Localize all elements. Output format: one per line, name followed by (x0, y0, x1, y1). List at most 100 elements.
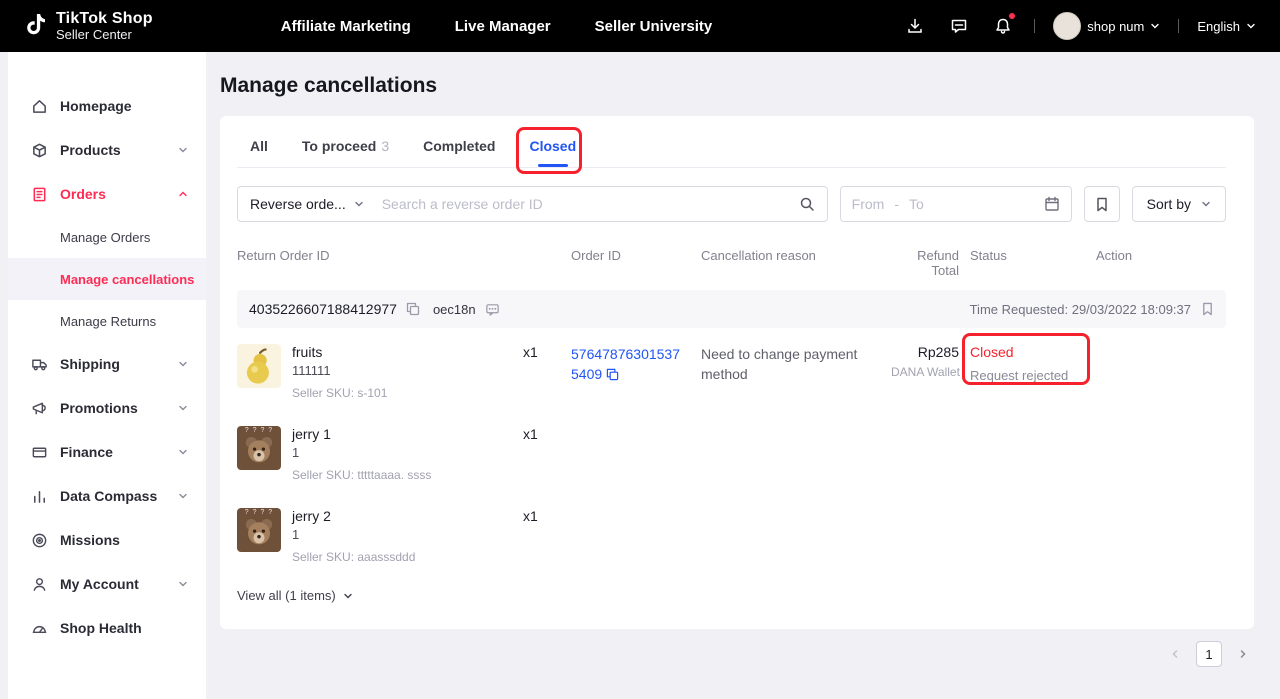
sidebar-item-label: Orders (60, 186, 106, 202)
chevron-down-icon (1150, 21, 1160, 31)
top-navigation: Affiliate Marketing Live Manager Seller … (281, 18, 712, 35)
status-detail: Request rejected (970, 368, 1096, 383)
sidebar-item-orders[interactable]: Orders (8, 172, 206, 216)
orders-submenu: Manage Orders Manage cancellations Manag… (8, 216, 206, 342)
tab-to-proceed-label: To proceed (302, 138, 376, 154)
bookmark-icon (1095, 197, 1109, 212)
date-separator: - (894, 196, 899, 212)
chat-buyer-icon[interactable] (485, 302, 500, 317)
nav-seller-university[interactable]: Seller University (595, 18, 713, 35)
sidebar-item-missions[interactable]: Missions (8, 518, 206, 562)
chevron-down-icon (1246, 21, 1256, 31)
sidebar-item-homepage[interactable]: Homepage (8, 84, 206, 128)
table-row: fruits 111111 Seller SKU: s-101 x1 57647… (237, 328, 1226, 410)
finance-icon (30, 443, 48, 461)
sidebar-subitem-manage-orders[interactable]: Manage Orders (8, 216, 206, 258)
quantity: x1 (523, 508, 571, 524)
search-input[interactable] (376, 196, 787, 212)
copy-icon[interactable] (606, 368, 619, 381)
date-to-placeholder: To (909, 196, 924, 212)
product-image-text: ? ? ? ? (237, 427, 281, 434)
order-group-header: 4035226607188412977 oec18n Time Requeste… (237, 290, 1226, 328)
product-info: jerry 1 1 Seller SKU: tttttaaaa. ssss (292, 426, 431, 482)
sidebar-subitem-manage-cancellations[interactable]: Manage cancellations (8, 258, 206, 300)
sort-by-button[interactable]: Sort by (1132, 186, 1226, 222)
chevron-down-icon (178, 576, 188, 592)
product-cell: ? ? ? ? jerry 1 1 Seller SKU: tttttaaaa.… (237, 426, 523, 482)
sidebar-item-finance[interactable]: Finance (8, 430, 206, 474)
notification-bell-icon[interactable] (990, 13, 1016, 39)
pagination-page-1[interactable]: 1 (1196, 641, 1222, 667)
return-order-id: 4035226607188412977 (249, 301, 397, 317)
bookmark-icon[interactable] (1201, 302, 1214, 316)
notification-dot (1009, 13, 1015, 19)
shop-account-menu[interactable]: shop num (1053, 12, 1160, 40)
sidebar-item-shipping[interactable]: Shipping (8, 342, 206, 386)
tab-to-proceed[interactable]: To proceed 3 (302, 138, 389, 167)
product-cell: fruits 111111 Seller SKU: s-101 (237, 344, 523, 400)
tab-completed[interactable]: Completed (423, 138, 495, 167)
tab-to-proceed-count: 3 (381, 138, 389, 154)
tab-closed[interactable]: Closed (529, 138, 576, 167)
orders-icon (30, 185, 48, 203)
tiktok-logo[interactable]: TikTok Shop Seller Center (24, 11, 153, 42)
product-info: fruits 111111 Seller SKU: s-101 (292, 344, 387, 400)
order-id-line1[interactable]: 57647876301537 (571, 344, 701, 364)
header-divider (1178, 19, 1179, 33)
column-cancellation-reason: Cancellation reason (701, 248, 891, 278)
quantity: x1 (523, 344, 571, 360)
order-id-line2-text[interactable]: 5409 (571, 366, 602, 382)
main-content: Manage cancellations All To proceed 3 Co… (206, 52, 1280, 699)
nav-affiliate-marketing[interactable]: Affiliate Marketing (281, 18, 411, 35)
pagination-prev-icon[interactable] (1164, 643, 1186, 665)
chevron-down-icon (1201, 196, 1211, 212)
status-badge: Closed (970, 344, 1096, 360)
chevron-down-icon (343, 591, 353, 601)
search-icon[interactable] (787, 196, 827, 212)
sidebar-item-products[interactable]: Products (8, 128, 206, 172)
language-selector[interactable]: English (1197, 19, 1256, 34)
refund-method: DANA Wallet (891, 365, 959, 379)
column-refund-total: Refund Total (891, 248, 959, 278)
page-title: Manage cancellations (220, 74, 1254, 98)
chevron-down-icon (354, 199, 364, 209)
chevron-down-icon (178, 444, 188, 460)
sidebar-item-promotions[interactable]: Promotions (8, 386, 206, 430)
calendar-icon[interactable] (1044, 196, 1060, 212)
pagination-next-icon[interactable] (1232, 643, 1254, 665)
order-group-right: Time Requested: 29/03/2022 18:09:37 (970, 302, 1214, 317)
product-cell: ? ? ? ? jerry 2 1 Seller SKU: aaasssddd (237, 508, 523, 564)
logo-subtitle: Seller Center (56, 28, 153, 42)
copy-icon[interactable] (406, 302, 420, 316)
nav-live-manager[interactable]: Live Manager (455, 18, 551, 35)
saved-filters-button[interactable] (1084, 186, 1120, 222)
quantity: x1 (523, 426, 571, 442)
date-range-picker[interactable]: From - To (840, 186, 1072, 222)
sidebar-item-my-account[interactable]: My Account (8, 562, 206, 606)
product-info: jerry 2 1 Seller SKU: aaasssddd (292, 508, 415, 564)
sidebar-item-label: Data Compass (60, 488, 157, 504)
sidebar-item-label: Promotions (60, 400, 138, 416)
tiktok-note-icon (24, 11, 48, 42)
promotions-icon (30, 399, 48, 417)
missions-icon (30, 531, 48, 549)
view-all-toggle[interactable]: View all (1 items) (237, 588, 1226, 603)
sidebar-subitem-manage-returns[interactable]: Manage Returns (8, 300, 206, 342)
order-id-line2: 5409 (571, 364, 701, 384)
chevron-down-icon (178, 142, 188, 158)
product-image: ? ? ? ? (237, 508, 281, 552)
header-divider (1034, 19, 1035, 33)
sidebar-item-shop-health[interactable]: Shop Health (8, 606, 206, 650)
column-status: Status (959, 248, 1096, 278)
table-row: ? ? ? ? jerry 1 1 Seller SKU: tttttaaaa.… (237, 410, 1226, 492)
data-compass-icon (30, 487, 48, 505)
product-image-text: ? ? ? ? (237, 509, 281, 516)
cancellations-card: All To proceed 3 Completed Closed Revers… (220, 116, 1254, 629)
search-type-dropdown[interactable]: Reverse orde... (238, 196, 376, 212)
view-all-label: View all (1 items) (237, 588, 336, 603)
message-icon[interactable] (946, 13, 972, 39)
tab-all[interactable]: All (250, 138, 268, 167)
tab-all-label: All (250, 138, 268, 154)
download-icon[interactable] (902, 13, 928, 39)
sidebar-item-data-compass[interactable]: Data Compass (8, 474, 206, 518)
